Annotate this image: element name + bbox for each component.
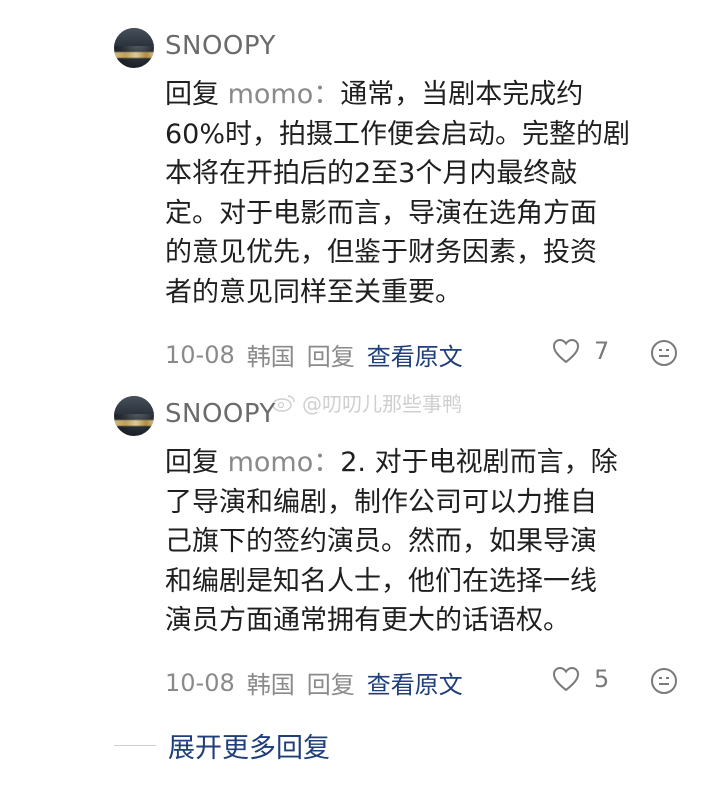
- like-count: 7: [594, 337, 610, 365]
- like-button[interactable]: 5: [552, 665, 609, 693]
- comment-date: 10-08: [165, 340, 235, 369]
- reply-prefix: 回复: [165, 79, 219, 110]
- comment-meta: 10-08 韩国 回复 查看原文: [165, 665, 463, 700]
- view-original-link[interactable]: 查看原文: [367, 665, 463, 700]
- comment-location: 韩国: [246, 343, 295, 371]
- reply-button[interactable]: 回复: [307, 665, 355, 700]
- comment-body: 回复 momo：通常，当剧本完成约 60%时，拍摄工作便会启动。完整的剧 本将在…: [165, 75, 695, 312]
- comment-text: 通常，当剧本完成约 60%时，拍摄工作便会启动。完整的剧 本将在开拍后的2至3个…: [165, 79, 631, 308]
- divider: [114, 745, 156, 746]
- comment-date: 10-08: [165, 668, 235, 697]
- like-button[interactable]: 7: [552, 337, 609, 365]
- heart-outline-icon: [552, 666, 580, 692]
- mention[interactable]: momo：: [228, 447, 341, 478]
- expand-more-replies[interactable]: 展开更多回复: [114, 726, 330, 765]
- avatar[interactable]: [114, 28, 154, 68]
- reply-button[interactable]: 回复: [307, 337, 355, 372]
- reply-prefix: 回复: [165, 447, 219, 478]
- view-original-link[interactable]: 查看原文: [367, 337, 463, 372]
- avatar[interactable]: [114, 396, 154, 436]
- mention[interactable]: momo：: [228, 79, 341, 110]
- comment-body: 回复 momo：2. 对于电视剧而言，除 了导演和编剧，制作公司可以力推自 己旗…: [165, 443, 695, 641]
- watermark: @叨叨儿那些事鸭: [272, 388, 462, 417]
- smiley-face-icon[interactable]: [650, 339, 678, 367]
- watermark-text: @叨叨儿那些事鸭: [302, 392, 462, 416]
- like-count: 5: [594, 665, 610, 693]
- comment-username[interactable]: SNOOPY: [165, 399, 276, 429]
- smiley-face-icon[interactable]: [650, 667, 678, 695]
- comment-location: 韩国: [246, 671, 295, 699]
- comment-username[interactable]: SNOOPY: [165, 31, 276, 61]
- comment-meta: 10-08 韩国 回复 查看原文: [165, 337, 463, 372]
- expand-more-label[interactable]: 展开更多回复: [168, 726, 330, 765]
- heart-outline-icon: [552, 338, 580, 364]
